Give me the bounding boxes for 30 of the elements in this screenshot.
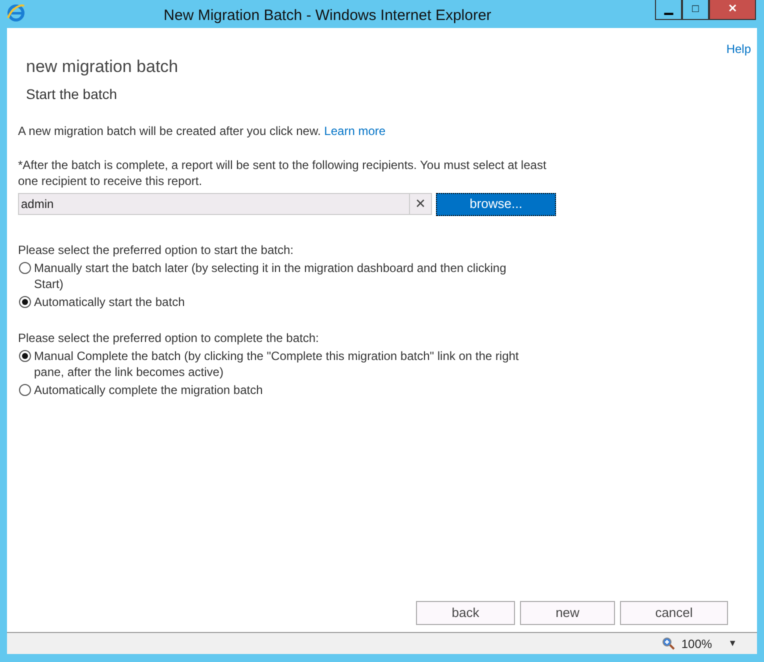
radio-label[interactable]: Automatically complete the migration batch [34,382,534,398]
radio-button[interactable] [19,262,31,274]
radio-button[interactable] [19,384,31,396]
recipient-field[interactable]: admin [18,193,410,215]
browse-button[interactable]: browse... [436,192,556,216]
group-label: Please select the preferred option to start the batch: [18,242,294,258]
maximize-button[interactable]: □ [682,0,709,20]
learn-more-link[interactable]: Learn more [324,124,386,138]
radio-label[interactable]: Manual Complete the batch (by clicking the "Complete this migration batch" link on the right pane, after the link becomes active) [34,348,534,380]
group-label: Please select the preferred option to complete the batch: [18,330,320,346]
dialog-button[interactable]: back [416,601,515,625]
page-heading: new migration batch [26,56,180,78]
close-button[interactable]: ✕ [709,0,756,20]
radio-label[interactable]: Manually start the batch later (by selecting it in the migration dashboard and then clicking Start) [34,260,534,292]
browser-logo-icon [6,3,26,23]
report-note: *After the batch is complete, a report will be sent to the following recipients. You must select at least one recipient to receive this report. [18,156,548,188]
intro-text: A new migration batch will be created after you click new. [18,124,321,138]
zoom-icon[interactable] [662,637,676,650]
radio-button[interactable] [19,350,31,362]
minimize-button[interactable]: ▁ [655,0,682,20]
step-title: Start the batch [26,84,118,104]
clear-button[interactable]: ✕ [410,193,432,215]
zoom-level[interactable]: 100% [681,634,712,652]
help-link[interactable]: Help [726,40,751,58]
dialog-button[interactable]: new [520,601,615,625]
dialog-button[interactable]: cancel [620,601,728,625]
radio-label[interactable]: Automatically start the batch [34,294,534,310]
zoom-dropdown[interactable]: ▼ [728,636,737,650]
radio-button[interactable] [19,296,31,308]
window-title: New Migration Batch - Windows Internet Explorer [164,7,492,24]
